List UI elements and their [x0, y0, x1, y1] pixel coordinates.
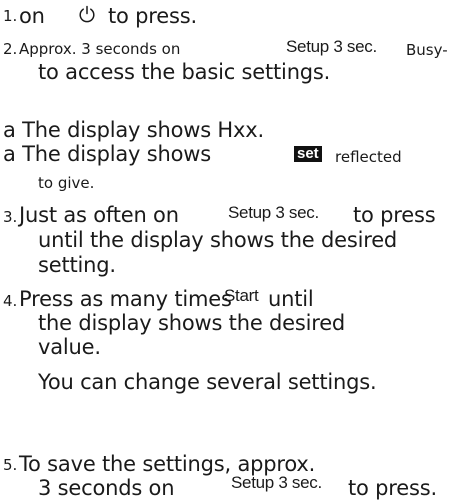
step-4-text: Press as many times [19, 287, 232, 311]
step-5-text-end: to press. [348, 476, 437, 500]
step-2-text-line2: to access the basic settings. [38, 60, 331, 84]
setup-3-sec-label: Setup 3 sec. [228, 203, 319, 222]
set-display-badge: set [294, 146, 322, 162]
note-display-set: a The display shows [3, 142, 211, 166]
note-reflected: reflected [335, 148, 402, 166]
busy-label: Busy- [406, 41, 448, 59]
step-1-text-end: to press. [108, 4, 197, 28]
step-2-number: 2. [3, 40, 18, 58]
step-3-text: Just as often on [19, 203, 179, 227]
step-1-text: on [19, 4, 45, 28]
step-1-number: 1. [3, 7, 18, 25]
setup-3-sec-label: Setup 3 sec. [286, 37, 377, 56]
start-label: Start [224, 286, 259, 305]
step-4-text-line3: value. [38, 335, 101, 359]
step-3-text-line2: until the display shows the desired [38, 228, 398, 252]
step-4-text-line4: You can change several settings. [38, 370, 377, 394]
step-3-text-line3: setting. [38, 253, 116, 277]
step-4-number: 4. [3, 292, 18, 310]
note-to-give: to give. [38, 174, 95, 192]
power-icon [79, 5, 95, 23]
step-5-text-line2: 3 seconds on [38, 476, 175, 500]
step-4-text-end: until [268, 287, 314, 311]
step-3-text-end: to press [353, 203, 436, 227]
step-4-text-line2: the display shows the desired [38, 311, 346, 335]
step-5-number: 5. [3, 456, 18, 474]
note-display-hxx: a The display shows Hxx. [3, 118, 264, 142]
step-5-text: To save the settings, approx. [19, 452, 316, 476]
step-2-text: Approx. 3 seconds on [19, 40, 181, 58]
setup-3-sec-label: Setup 3 sec. [231, 473, 322, 492]
step-3-number: 3. [3, 208, 18, 226]
